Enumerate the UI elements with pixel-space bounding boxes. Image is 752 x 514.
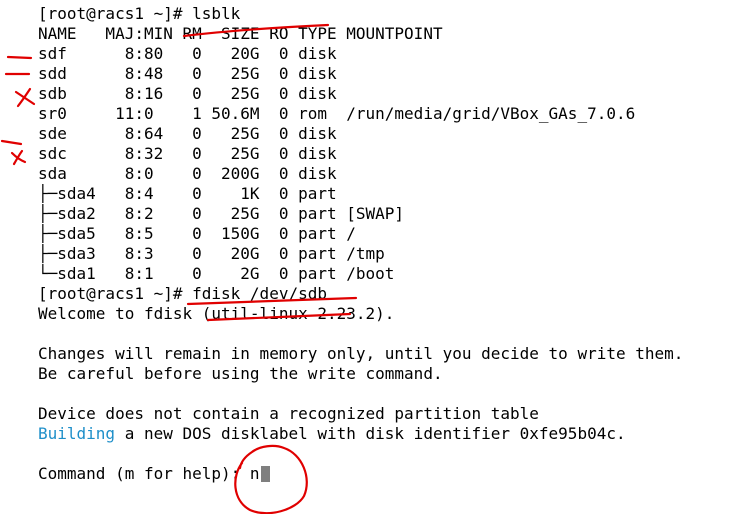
cross-mark-sdb <box>14 87 36 108</box>
lsblk-row: ├─sda5 8:5 0 150G 0 part / <box>38 224 356 243</box>
lsblk-row: sr0 11:0 1 50.6M 0 rom /run/media/grid/V… <box>38 104 636 123</box>
building-word: Building <box>38 424 116 443</box>
dash-mark-sdf <box>6 55 33 60</box>
cross-mark-sdc <box>10 149 27 166</box>
text-cursor <box>260 466 270 482</box>
dash-mark-sde <box>0 139 23 146</box>
lsblk-row: sdf 8:80 0 20G 0 disk <box>38 44 337 63</box>
fdisk-careful-warning: Be careful before using the write comman… <box>38 364 443 383</box>
lsblk-row: sda 8:0 0 200G 0 disk <box>38 164 337 183</box>
lsblk-command-line: [root@racs1 ~]# lsblk <box>38 4 241 23</box>
fdisk-command-line: [root@racs1 ~]# fdisk /dev/sdb <box>38 284 327 303</box>
lsblk-row: ├─sda4 8:4 0 1K 0 part <box>38 184 337 203</box>
screenshot: [root@racs1 ~]# lsblk NAME MAJ:MIN RM SI… <box>0 0 752 514</box>
fdisk-changes-warning: Changes will remain in memory only, unti… <box>38 344 684 363</box>
terminal-window[interactable]: [root@racs1 ~]# lsblk NAME MAJ:MIN RM SI… <box>34 0 752 502</box>
fdisk-command-line-input[interactable]: Command (m for help): n <box>38 464 270 484</box>
building-rest: a new DOS disklabel with disk identifier… <box>115 424 626 443</box>
lsblk-row: sdc 8:32 0 25G 0 disk <box>38 144 337 163</box>
command-prompt: Command (m for help): <box>38 464 250 483</box>
lsblk-row: ├─sda2 8:2 0 25G 0 part [SWAP] <box>38 204 405 223</box>
lsblk-row: sdb 8:16 0 25G 0 disk <box>38 84 337 103</box>
lsblk-row: ├─sda3 8:3 0 20G 0 part /tmp <box>38 244 385 263</box>
fdisk-building-disklabel: Building a new DOS disklabel with disk i… <box>38 424 626 444</box>
lsblk-row: └─sda1 8:1 0 2G 0 part /boot <box>38 264 395 283</box>
command-input[interactable]: n <box>250 464 260 483</box>
lsblk-row: sde 8:64 0 25G 0 disk <box>38 124 337 143</box>
lsblk-header: NAME MAJ:MIN RM SIZE RO TYPE MOUNTPOINT <box>38 24 443 43</box>
lsblk-row: sdd 8:48 0 25G 0 disk <box>38 64 337 83</box>
fdisk-no-partition-table: Device does not contain a recognized par… <box>38 404 539 423</box>
fdisk-welcome: Welcome to fdisk (util-linux 2.23.2). <box>38 304 395 323</box>
